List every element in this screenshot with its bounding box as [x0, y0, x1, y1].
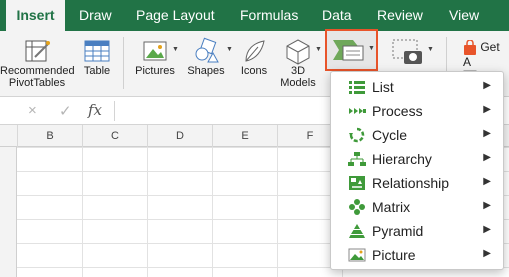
menu-item-pyramid[interactable]: Pyramid ▶ — [331, 219, 503, 243]
table-icon — [84, 40, 110, 62]
grid-line — [277, 147, 278, 277]
hierarchy-icon — [348, 152, 366, 166]
pictures-caret-icon[interactable]: ▼ — [172, 46, 179, 53]
cube-icon — [286, 39, 310, 65]
screenshot-caret-icon[interactable]: ▼ — [427, 46, 434, 53]
smartart-caret-icon: ▼ — [368, 45, 375, 52]
relationship-icon — [349, 176, 365, 190]
picture-icon — [348, 248, 366, 262]
3d-models-label-line2: Models — [280, 77, 316, 89]
recommended-label-line1: Recommended — [0, 65, 75, 77]
3d-models-button[interactable]: 3D Models — [279, 37, 317, 89]
ribbon-tab-bar: Insert Draw Page Layout Formulas Data Re… — [0, 0, 509, 31]
grid-line — [212, 147, 213, 277]
submenu-arrow-icon: ▶ — [483, 80, 491, 91]
icons-button[interactable]: Icons — [237, 37, 271, 77]
smartart-icon — [333, 40, 364, 61]
menu-item-label: Cycle — [372, 127, 408, 143]
table-button[interactable]: Table — [80, 37, 114, 77]
shapes-icon — [195, 37, 219, 63]
tab-formulas[interactable]: Formulas — [240, 0, 298, 31]
screenshot-icon — [392, 39, 422, 64]
cancel-icon[interactable]: × — [28, 102, 37, 119]
submenu-arrow-icon: ▶ — [483, 176, 491, 187]
menu-item-matrix[interactable]: Matrix ▶ — [331, 195, 503, 219]
column-header-d[interactable]: D — [147, 125, 212, 147]
3d-models-label-line1: 3D — [290, 65, 306, 77]
grid-line — [147, 147, 148, 277]
screenshot-button[interactable] — [389, 37, 427, 67]
menu-item-process[interactable]: Process ▶ — [331, 99, 503, 123]
menu-item-label: List — [372, 79, 394, 95]
submenu-arrow-icon: ▶ — [483, 104, 491, 115]
grid-line — [82, 147, 83, 277]
menu-item-label: Hierarchy — [372, 151, 432, 167]
recommended-label-line2: PivotTables — [8, 77, 66, 89]
recommended-pivottables-button[interactable]: Recommended PivotTables — [0, 37, 75, 89]
icons-label: Icons — [240, 65, 268, 77]
pictures-button[interactable]: Pictures — [133, 37, 177, 77]
menu-item-relationship[interactable]: Relationship ▶ — [331, 171, 503, 195]
submenu-arrow-icon: ▶ — [483, 224, 491, 235]
submenu-arrow-icon: ▶ — [483, 128, 491, 139]
submenu-arrow-icon: ▶ — [483, 152, 491, 163]
pictures-label: Pictures — [135, 65, 175, 77]
3d-models-caret-icon[interactable]: ▼ — [315, 46, 322, 53]
cycle-icon — [349, 127, 365, 143]
column-header-e[interactable]: E — [212, 125, 277, 147]
smartart-button[interactable]: ▼ — [325, 29, 378, 71]
smartart-dropdown-menu: List ▶ Process ▶ Cycle ▶ Hierarchy ▶ Rel… — [330, 71, 504, 270]
shapes-button[interactable]: Shapes — [186, 37, 226, 77]
column-header-b[interactable]: B — [17, 125, 82, 147]
submenu-arrow-icon: ▶ — [483, 200, 491, 211]
pyramid-icon — [349, 224, 365, 238]
icons-icon — [245, 40, 265, 62]
tab-data[interactable]: Data — [322, 0, 352, 31]
shapes-label: Shapes — [187, 65, 225, 77]
matrix-icon — [349, 199, 365, 215]
store-bag-icon — [464, 39, 476, 55]
get-addins-button[interactable]: Get A — [463, 39, 509, 68]
menu-item-label: Pyramid — [372, 223, 424, 239]
list-icon — [349, 81, 365, 94]
pictures-icon — [143, 41, 167, 61]
recommended-pivottables-icon — [25, 40, 50, 62]
formula-divider — [114, 101, 115, 121]
tab-page-layout[interactable]: Page Layout — [136, 0, 215, 31]
insert-function-button[interactable]: fx — [88, 101, 102, 119]
tab-review[interactable]: Review — [377, 0, 423, 31]
menu-item-label: Matrix — [372, 199, 411, 215]
menu-item-list[interactable]: List ▶ — [331, 75, 503, 99]
tab-view[interactable]: View — [449, 0, 479, 31]
menu-item-label: Process — [372, 103, 423, 119]
submenu-arrow-icon: ▶ — [483, 248, 491, 259]
menu-item-label: Picture — [372, 247, 416, 263]
column-header-c[interactable]: C — [82, 125, 147, 147]
process-icon — [349, 108, 366, 114]
tab-draw[interactable]: Draw — [79, 0, 112, 31]
tab-insert[interactable]: Insert — [6, 0, 65, 31]
menu-item-cycle[interactable]: Cycle ▶ — [331, 123, 503, 147]
table-label: Table — [83, 65, 111, 77]
ribbon-separator — [123, 37, 124, 89]
row-headers — [0, 147, 17, 277]
menu-item-hierarchy[interactable]: Hierarchy ▶ — [331, 147, 503, 171]
menu-item-label: Relationship — [372, 175, 450, 191]
menu-item-picture[interactable]: Picture ▶ — [331, 243, 503, 267]
shapes-caret-icon[interactable]: ▼ — [226, 46, 233, 53]
confirm-icon[interactable]: ✓ — [59, 102, 72, 120]
